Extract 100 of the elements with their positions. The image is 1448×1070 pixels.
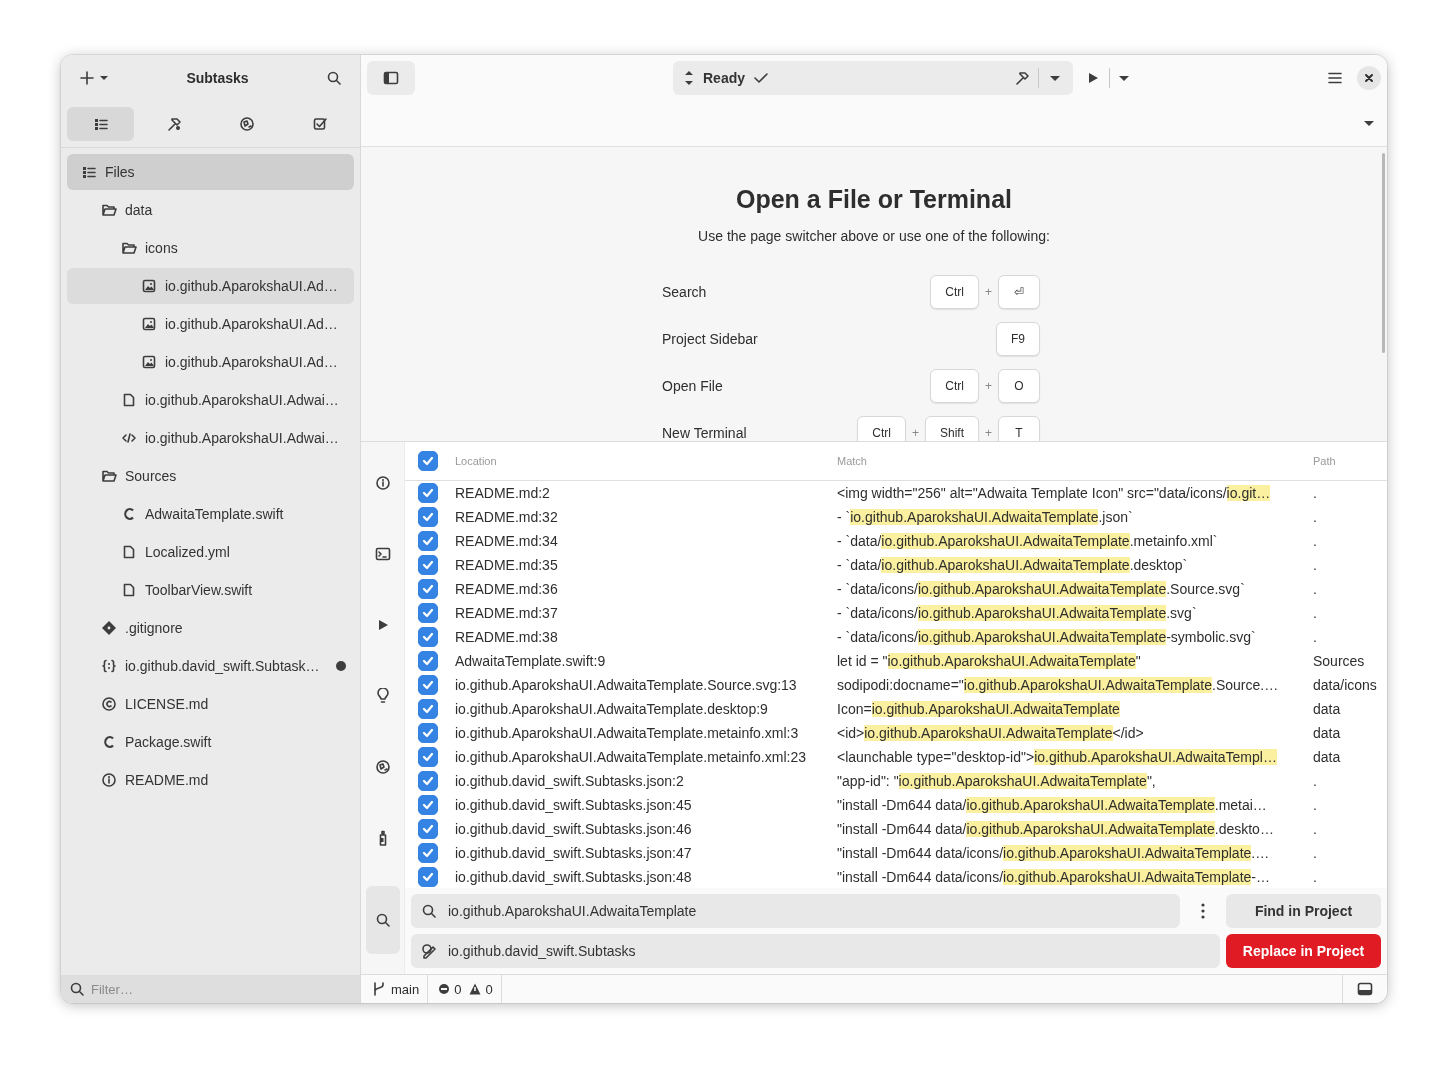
checkbox[interactable] xyxy=(418,555,438,575)
copyright-icon xyxy=(101,696,117,712)
caret-icon[interactable] xyxy=(1363,118,1375,128)
tree-item[interactable]: LICENSE.md xyxy=(67,686,354,722)
key-cap: ⏎ xyxy=(998,274,1040,309)
table-cell-text: . xyxy=(1313,629,1318,645)
warning-icon xyxy=(469,983,482,995)
checkbox[interactable] xyxy=(418,483,438,503)
hammer-icon[interactable] xyxy=(1014,69,1030,86)
checkbox[interactable] xyxy=(418,603,438,623)
checkmark-icon xyxy=(421,726,435,740)
checkmark-icon xyxy=(421,870,435,884)
table-cell-text: io.github.AparokshaUI.AdwaitaTemplate.metainfo.xml:3 xyxy=(455,725,800,741)
sidebar-icon xyxy=(383,69,399,86)
checkmark-icon xyxy=(421,846,435,860)
checkmark-icon xyxy=(421,454,435,468)
tree-item[interactable]: data xyxy=(67,192,354,228)
more-options-icon[interactable] xyxy=(1200,902,1206,920)
checkbox[interactable] xyxy=(418,531,438,551)
up-down-icon[interactable] xyxy=(683,69,695,86)
file-icon xyxy=(121,582,137,598)
image-icon xyxy=(141,354,157,370)
checkmark-icon xyxy=(421,606,435,620)
table-cell-text: <img width="256" alt="Adwaita Template Icon" src="data/icons/io.git… xyxy=(837,485,1272,501)
checkbox[interactable] xyxy=(418,843,438,863)
table-cell-text: . xyxy=(1313,797,1318,813)
braces-icon xyxy=(101,658,117,674)
tree-item[interactable]: io.github.AparokshaUI.Adwai… xyxy=(67,382,354,418)
checkbox[interactable] xyxy=(418,867,438,887)
checkbox[interactable] xyxy=(418,699,438,719)
checkbox[interactable] xyxy=(418,771,438,791)
shortcut-label: Open File xyxy=(662,377,723,394)
table-cell-text: . xyxy=(1313,845,1318,861)
tree-item[interactable]: Sources xyxy=(67,458,354,494)
table-cell-text: . xyxy=(1313,605,1318,621)
checkbox[interactable] xyxy=(418,579,438,599)
checkbox[interactable] xyxy=(418,723,438,743)
sidebar-tab[interactable] xyxy=(67,107,135,141)
checkbox[interactable] xyxy=(418,627,438,647)
terminal-icon xyxy=(374,546,391,563)
tree-item[interactable]: io.github.AparokshaUI.Ad… xyxy=(67,268,354,304)
replace-field[interactable]: io.github.david_swift.Subtasks xyxy=(411,934,1220,968)
tree-item[interactable]: io.github.AparokshaUI.Adwai… xyxy=(67,420,354,456)
tree-item[interactable]: io.github.david_swift.Subtask… xyxy=(67,648,354,684)
table-cell-text: - `io.github.AparokshaUI.AdwaitaTemplate.json` xyxy=(837,509,1134,525)
tree-item[interactable]: Localized.yml xyxy=(67,534,354,570)
plus-sign: + xyxy=(985,425,992,440)
error-count: 0 xyxy=(454,981,462,997)
shortcut-label: Project Sidebar xyxy=(662,330,758,347)
table-cell-text: "install -Dm644 data/icons/io.github.AparokshaUI.AdwaitaTemplate-… xyxy=(837,869,1271,885)
sidebar-toggle-button[interactable] xyxy=(367,60,415,95)
tree-item[interactable]: io.github.AparokshaUI.Ad… xyxy=(67,344,354,380)
replace-button[interactable]: Replace in Project xyxy=(1226,934,1381,968)
tree-item[interactable]: io.github.AparokshaUI.Ad… xyxy=(67,306,354,342)
table-cell-text: - `data/icons/io.github.AparokshaUI.AdwaitaTemplate-symbolic.svg` xyxy=(837,629,1257,645)
table-cell-text: - `data/icons/io.github.AparokshaUI.AdwaitaTemplate.Source.svg` xyxy=(837,581,1246,597)
checkbox[interactable] xyxy=(418,819,438,839)
filter-field[interactable]: Filter… xyxy=(61,975,360,1003)
checkbox[interactable] xyxy=(418,451,438,471)
plus-sign: + xyxy=(911,425,919,440)
globe-icon xyxy=(239,116,256,132)
table-cell-text: README.md:38 xyxy=(455,629,559,645)
search-icon xyxy=(69,981,85,997)
tree-item[interactable]: Package.swift xyxy=(67,724,354,760)
tree-item[interactable]: ToolbarView.swift xyxy=(67,572,354,608)
key-cap: F9 xyxy=(996,321,1040,356)
find-field[interactable]: io.github.AparokshaUI.AdwaitaTemplate xyxy=(411,894,1180,928)
tree-item[interactable]: Files xyxy=(67,154,354,190)
checkbox[interactable] xyxy=(418,795,438,815)
code-icon xyxy=(121,430,137,446)
tree-item[interactable]: .gitignore xyxy=(67,610,354,646)
branch-indicator[interactable]: main xyxy=(361,975,429,1003)
image-icon xyxy=(141,316,157,332)
table-cell-text: sodipodi:docname="io.github.AparokshaUI.AdwaitaTemplate.Source.… xyxy=(837,677,1280,693)
checkbox[interactable] xyxy=(418,651,438,671)
table-cell-text: io.github.david_swift.Subtasks.json:45 xyxy=(455,797,693,813)
table-cell-text: README.md:32 xyxy=(455,509,559,525)
close-button[interactable] xyxy=(1357,65,1381,90)
tree-item[interactable]: icons xyxy=(67,230,354,266)
info-icon xyxy=(101,772,117,788)
checkbox[interactable] xyxy=(418,507,438,527)
tree-item[interactable]: README.md xyxy=(67,762,354,798)
status-text: Ready xyxy=(703,69,746,86)
scrollbar[interactable] xyxy=(1382,153,1385,353)
table-cell-text: - `data/io.github.AparokshaUI.AdwaitaTemplate.desktop` xyxy=(837,557,1189,573)
checkmark-icon xyxy=(421,774,435,788)
edit-find-icon xyxy=(421,943,437,959)
key-cap: T xyxy=(998,415,1040,441)
find-button[interactable]: Find in Project xyxy=(1226,894,1381,928)
table-cell-text: - `data/io.github.AparokshaUI.AdwaitaTemplate.metainfo.xml` xyxy=(837,533,1219,549)
checkbox[interactable] xyxy=(418,747,438,767)
tree-item[interactable]: AdwaitaTemplate.swift xyxy=(67,496,354,532)
file-icon xyxy=(121,544,137,560)
checkmark-icon xyxy=(421,510,435,524)
checkbox[interactable] xyxy=(418,675,438,695)
checkmark-icon xyxy=(421,678,435,692)
close-icon xyxy=(1363,71,1375,84)
key-cap: Shift xyxy=(924,415,979,441)
table-cell-text: Sources xyxy=(1313,653,1366,669)
table-cell-text: "install -Dm644 data/io.github.AparokshaUI.AdwaitaTemplate.deskto… xyxy=(837,821,1275,837)
